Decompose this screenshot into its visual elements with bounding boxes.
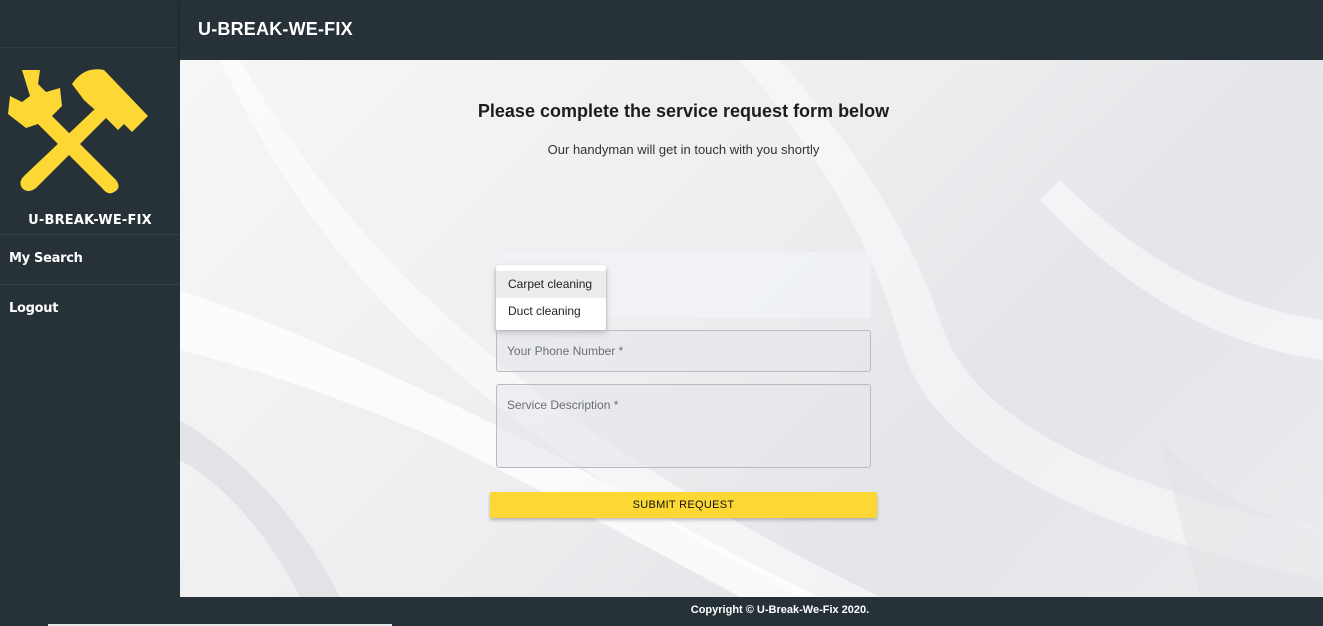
page-subtitle: Our handyman will get in touch with you …: [547, 142, 820, 157]
app-title: U-BREAK-WE-FIX: [198, 19, 353, 39]
footer-copyright: Copyright © U-Break-We-Fix 2020.: [690, 604, 870, 616]
submit-request-button[interactable]: SUBMIT REQUEST: [490, 492, 877, 518]
sidebar-item-my-search[interactable]: My Search: [0, 234, 180, 283]
phone-field[interactable]: Your Phone Number *: [496, 330, 871, 372]
service-description-label: Service Description *: [507, 398, 619, 412]
service-description-field[interactable]: Service Description *: [496, 384, 871, 468]
menu-item-carpet-cleaning[interactable]: Carpet cleaning: [496, 271, 606, 298]
tools-icon: [8, 69, 148, 194]
sidebar-top-strip: [0, 0, 180, 48]
page-title: Please complete the service request form…: [477, 101, 890, 121]
service-dropdown-menu: Carpet cleaning Duct cleaning: [496, 265, 606, 331]
footer: Copyright © U-Break-We-Fix 2020.: [180, 597, 1323, 626]
main-content: Please complete the service request form…: [180, 60, 1323, 597]
sidebar-brand-text: U-BREAK-WE-FIX: [28, 213, 152, 228]
phone-field-label: Your Phone Number *: [507, 344, 624, 358]
sidebar-item-logout[interactable]: Logout: [0, 284, 180, 333]
menu-item-duct-cleaning[interactable]: Duct cleaning: [496, 298, 606, 325]
sidebar: U-BREAK-WE-FIX My Search Logout: [0, 0, 181, 626]
app-bar: U-BREAK-WE-FIX: [180, 0, 1323, 60]
